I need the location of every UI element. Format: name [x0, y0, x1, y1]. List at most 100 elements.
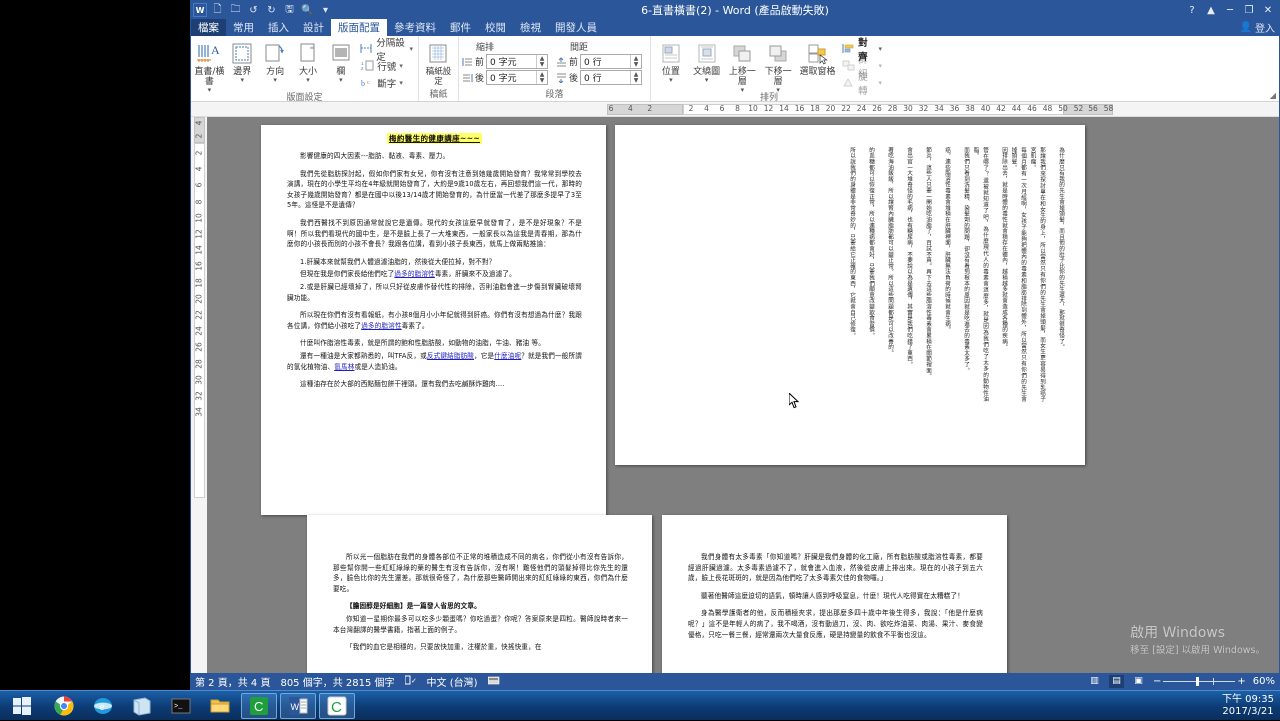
text-direction-button[interactable]: A 直書/橫書 ▾ — [194, 39, 225, 94]
indent-left-stepper[interactable]: ▲ ▼ — [536, 55, 547, 68]
zoom-thumb[interactable] — [1196, 676, 1200, 686]
chevron-down-icon[interactable]: ▾ — [878, 62, 882, 70]
tab-developer[interactable]: 開發人員 — [548, 19, 604, 36]
manuscript-settings-button[interactable]: 稿紙設定 — [422, 39, 455, 87]
chevron-down-icon[interactable]: ▾ — [669, 77, 673, 84]
taskbar-camtasia[interactable]: C — [241, 692, 277, 719]
proofing-errors-icon[interactable]: ✓ — [404, 675, 417, 688]
taskbar-notepad[interactable] — [124, 693, 160, 719]
close-button[interactable]: ✕ — [1259, 2, 1277, 18]
document-page-3[interactable]: 所以光一個脂肪在我們的身體各部位不正常的堆積造成不同的病名，你們從小有沒有告訴你… — [307, 515, 652, 673]
hyperlink-margarine[interactable]: 氫馬林 — [334, 363, 354, 371]
chevron-down-icon[interactable]: ▾ — [241, 77, 245, 84]
indent-left-field[interactable]: 0 字元 ▲ ▼ — [486, 54, 549, 69]
columns-button[interactable]: 欄 ▾ — [325, 39, 356, 84]
hyphenation-button[interactable]: b c 斷字 ▾ — [360, 75, 413, 90]
open-folder-icon[interactable]: 🗀 — [228, 3, 243, 18]
taskbar-word[interactable]: W — [280, 692, 316, 719]
indent-right-field[interactable]: 0 字元 ▲ ▼ — [486, 70, 549, 85]
spacing-before-field[interactable]: 0 行 ▲ ▼ — [580, 54, 643, 69]
quick-access-toolbar[interactable]: W 🗋 🗀 ↺ ↻ 🖫 🔍 ▾ — [191, 3, 333, 18]
window-controls[interactable]: ? ▲ ─ ❐ ✕ — [1183, 1, 1277, 19]
size-button[interactable]: 大小 ▾ — [293, 39, 324, 84]
tab-view[interactable]: 檢視 — [513, 19, 548, 36]
page-indicator[interactable]: 第 2 頁，共 4 頁 — [195, 674, 270, 689]
breaks-button[interactable]: 分隔設定 ▾ — [360, 38, 414, 63]
hyperlink-fat-soluble[interactable]: 過多的脂溶性 — [394, 270, 434, 278]
hyperlink-trans-fat[interactable]: 反式鍵結脂肪酸 — [427, 352, 474, 360]
line-numbers-button[interactable]: 1 2 行號 ▾ — [360, 58, 413, 73]
orientation-button[interactable]: 方向 ▾ — [260, 39, 291, 84]
wrap-text-button[interactable]: 文繞圖 ▾ — [690, 39, 724, 84]
selection-pane-button[interactable]: 選取窗格 — [797, 39, 838, 77]
hyperlink-what-oil[interactable]: 什麼油呢 — [494, 352, 521, 360]
document-canvas[interactable]: 梅約醫生的健康講座~~~ 影響健康的四大因素---脂肪、黏液、毒素、壓力。 我們… — [207, 117, 1279, 673]
zoom-slider[interactable]: − + — [1153, 676, 1246, 687]
chevron-down-icon[interactable]: ▾ — [273, 77, 277, 84]
horizontal-ruler[interactable]: 6 4 2 2 4 6 8 10 12 14 16 18 20 22 24 26 28 30 32 34 36 38 40 4… — [207, 102, 1279, 116]
indent-right-stepper[interactable]: ▲ ▼ — [536, 71, 547, 84]
chevron-down-icon[interactable]: ▾ — [878, 45, 882, 53]
undo-icon[interactable]: ↺ — [246, 3, 261, 18]
redo-icon[interactable]: ↻ — [264, 3, 279, 18]
chevron-down-icon[interactable]: ▾ — [410, 45, 414, 53]
print-layout-view-button[interactable]: ▤ — [1108, 674, 1124, 688]
send-backward-button[interactable]: 下移一層 ▾ — [761, 39, 795, 94]
read-mode-view-button[interactable]: ▥ — [1087, 675, 1102, 688]
taskbar-file-explorer[interactable] — [202, 693, 238, 719]
taskbar-clock[interactable]: 下午 09:35 2017/3/21 — [1222, 694, 1274, 718]
document-page-4[interactable]: 我們身體有太多毒素「你知道嗎？肝臟是我們身體的化工廠，所有脂肪酸或脂溶性毒素，都… — [662, 515, 1007, 673]
document-page-2-vertical[interactable]: 為什麼只有我的先生會掉頭髮，而且他的肚子比你的先生還大，那就很奇怪了。 那讓我們… — [615, 125, 1085, 465]
help-button[interactable]: ? — [1183, 2, 1201, 18]
chevron-down-icon[interactable]: ▾ — [339, 77, 343, 84]
tab-design[interactable]: 設計 — [296, 19, 331, 36]
vertical-ruler[interactable]: 4 2 2 4 6 8 10 12 14 16 18 20 22 24 26 28 30 32 34 — [191, 117, 207, 673]
zoom-track[interactable] — [1163, 676, 1236, 686]
paragraph-dialog-launcher[interactable]: ◢ — [1270, 91, 1276, 100]
tab-home[interactable]: 常用 — [226, 19, 261, 36]
language-indicator[interactable]: 中文 (台灣) — [427, 674, 478, 689]
ribbon-display-options-button[interactable]: ▲ — [1202, 2, 1220, 18]
tab-references[interactable]: 參考資料 — [387, 19, 443, 36]
web-layout-view-button[interactable]: ▣ — [1131, 675, 1146, 688]
new-document-icon[interactable]: 🗋 — [210, 3, 225, 18]
chevron-down-icon[interactable]: ▾ — [878, 79, 882, 87]
taskbar-camtasia-recorder[interactable]: C — [319, 692, 355, 719]
start-button[interactable] — [0, 691, 44, 721]
spacing-after-field[interactable]: 0 行 ▲ ▼ — [580, 70, 643, 85]
position-button[interactable]: 位置 ▾ — [654, 39, 688, 84]
word-count-indicator[interactable]: 805 個字，共 2815 個字 — [280, 674, 394, 689]
sign-in-button[interactable]: 👤 登入 — [1240, 20, 1275, 35]
zoom-level-label[interactable]: 60% — [1253, 676, 1275, 687]
taskbar-command-prompt[interactable]: >_ — [163, 693, 199, 719]
chevron-down-icon[interactable]: ▾ — [399, 79, 403, 87]
margins-button[interactable]: 邊界 ▾ — [227, 39, 258, 84]
customize-qat-icon[interactable]: ▾ — [318, 3, 333, 18]
zoom-in-button[interactable]: + — [1237, 676, 1245, 687]
zoom-out-button[interactable]: − — [1153, 676, 1161, 687]
spacing-before-stepper[interactable]: ▲ ▼ — [630, 55, 641, 68]
ruler-corner[interactable] — [191, 102, 207, 116]
save-icon[interactable]: 🖫 — [282, 3, 297, 18]
tab-file[interactable]: 檔案 — [191, 19, 226, 36]
tab-insert[interactable]: 插入 — [261, 19, 296, 36]
tab-layout[interactable]: 版面配置 — [331, 19, 387, 36]
taskbar-chrome[interactable] — [46, 693, 82, 719]
minimize-button[interactable]: ─ — [1221, 2, 1239, 18]
bring-forward-button[interactable]: 上移一層 ▾ — [725, 39, 759, 94]
chevron-down-icon[interactable]: ▾ — [306, 77, 310, 84]
ribbon-tab-bar[interactable]: 檔案 常用 插入 設計 版面配置 參考資料 郵件 校閱 檢視 開發人員 👤 登入 — [191, 19, 1279, 36]
macro-record-icon[interactable] — [487, 675, 500, 688]
restore-button[interactable]: ❐ — [1240, 2, 1258, 18]
hyperlink-fat-soluble-2[interactable]: 過多的脂溶性 — [361, 322, 401, 330]
rotate-button[interactable]: 旋轉 ▾ — [842, 72, 882, 97]
document-page-1[interactable]: 梅約醫生的健康講座~~~ 影響健康的四大因素---脂肪、黏液、毒素、壓力。 我們… — [261, 125, 606, 515]
spacing-after-stepper[interactable]: ▲ ▼ — [630, 71, 641, 84]
taskbar-internet-explorer[interactable]: e — [85, 693, 121, 719]
chevron-down-icon[interactable]: ▾ — [705, 77, 709, 84]
desktop-background: W 🗋 🗀 ↺ ↻ 🖫 🔍 ▾ 6-直書橫書(2) - Word (產品啟動失敗… — [0, 0, 1280, 720]
chevron-down-icon[interactable]: ▾ — [399, 62, 403, 70]
tab-review[interactable]: 校閱 — [478, 19, 513, 36]
tab-mailings[interactable]: 郵件 — [443, 19, 478, 36]
print-preview-icon[interactable]: 🔍 — [300, 3, 315, 18]
